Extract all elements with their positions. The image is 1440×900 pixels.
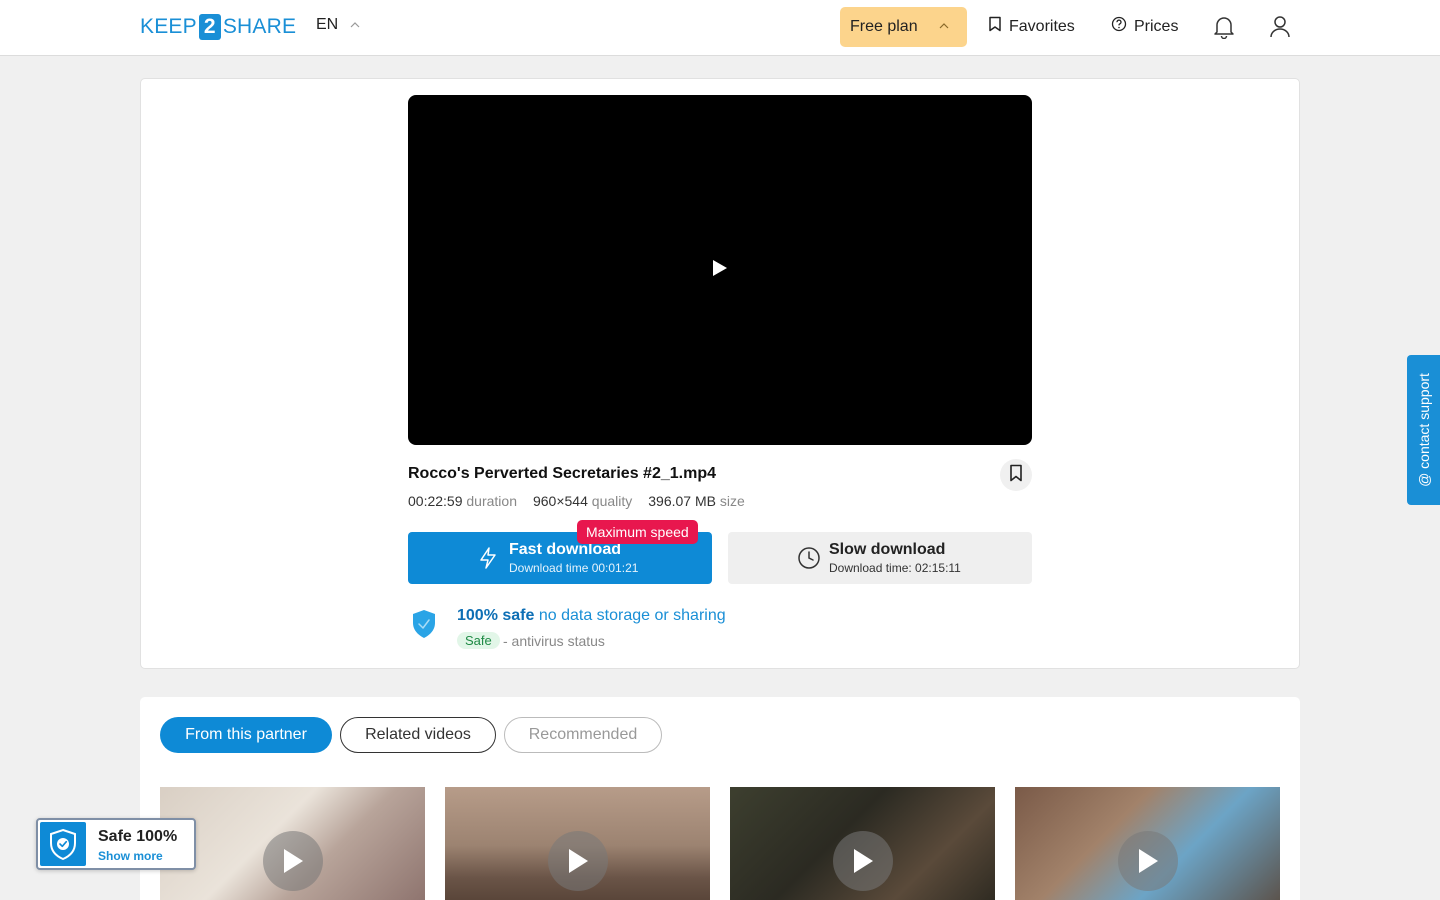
play-icon[interactable]: [712, 259, 728, 282]
help-circle-icon: [1111, 16, 1127, 37]
user-account-icon[interactable]: [1269, 15, 1291, 44]
favorites-label: Favorites: [1009, 17, 1075, 35]
prices-label: Prices: [1134, 17, 1179, 35]
language-selector[interactable]: EN: [316, 16, 360, 34]
chevron-up-icon: [350, 20, 360, 31]
antivirus-status-label: - antivirus status: [503, 633, 605, 649]
notifications-bell-icon[interactable]: [1213, 15, 1235, 44]
file-quality: 960×544 quality: [532, 493, 633, 509]
language-code: EN: [316, 16, 339, 33]
play-icon[interactable]: [548, 831, 608, 891]
bookmark-icon: [1009, 464, 1023, 487]
video-thumbnail[interactable]: [730, 787, 995, 900]
max-speed-badge: Maximum speed: [577, 520, 698, 544]
slow-download-time: Download time: 02:15:11: [829, 561, 961, 575]
video-thumbnail[interactable]: [445, 787, 710, 900]
favorites-link[interactable]: Favorites: [988, 16, 1075, 37]
shield-check-icon: [40, 822, 86, 866]
logo[interactable]: KEEP 2 SHARE: [140, 14, 296, 40]
file-meta: 00:22:59 duration 960×544 quality 396.07…: [408, 493, 745, 509]
safety-title: 100% safe no data storage or sharing: [457, 607, 726, 624]
logo-keep: KEEP: [140, 15, 197, 38]
slow-download-button[interactable]: Slow download Download time: 02:15:11: [728, 532, 1032, 584]
video-thumbnail[interactable]: [1015, 787, 1280, 900]
play-icon[interactable]: [263, 831, 323, 891]
tab-related-videos[interactable]: Related videos: [340, 717, 496, 753]
play-icon[interactable]: [1118, 831, 1178, 891]
slow-download-title: Slow download: [829, 541, 946, 558]
lightning-icon: [477, 546, 499, 575]
logo-two: 2: [198, 14, 221, 40]
file-duration: 00:22:59 duration: [408, 493, 517, 509]
top-header: KEEP 2 SHARE EN Free plan Favorites Prices: [0, 0, 1440, 56]
free-plan-button[interactable]: Free plan: [840, 7, 967, 47]
add-to-favorites-button[interactable]: [1000, 459, 1032, 491]
contact-support-button[interactable]: @ contact support: [1407, 355, 1440, 505]
contact-support-label: @ contact support: [1415, 373, 1432, 487]
file-name: Rocco's Perverted Secretaries #2_1.mp4: [408, 465, 716, 482]
chevron-up-icon: [939, 21, 949, 32]
free-plan-label: Free plan: [850, 18, 918, 35]
safe-widget-title: Safe 100%: [98, 828, 178, 845]
fast-download-time: Download time 00:01:21: [509, 561, 639, 575]
file-size: 396.07 MB size: [648, 493, 745, 509]
antivirus-status-badge: Safe: [457, 632, 500, 649]
shield-check-icon: [411, 609, 437, 644]
video-player[interactable]: [408, 95, 1032, 445]
prices-link[interactable]: Prices: [1111, 16, 1178, 37]
play-icon[interactable]: [833, 831, 893, 891]
show-more-link[interactable]: Show more: [98, 849, 163, 863]
logo-share: SHARE: [222, 15, 297, 38]
bookmark-icon: [988, 16, 1002, 37]
tab-from-this-partner[interactable]: From this partner: [160, 717, 332, 753]
clock-icon: [797, 546, 821, 575]
file-card: Rocco's Perverted Secretaries #2_1.mp4 0…: [140, 78, 1300, 669]
videos-section: From this partner Related videos Recomme…: [140, 697, 1300, 900]
video-thumbnail[interactable]: [160, 787, 425, 900]
safe-widget[interactable]: Safe 100% Show more: [36, 818, 196, 870]
tab-recommended[interactable]: Recommended: [504, 717, 662, 753]
